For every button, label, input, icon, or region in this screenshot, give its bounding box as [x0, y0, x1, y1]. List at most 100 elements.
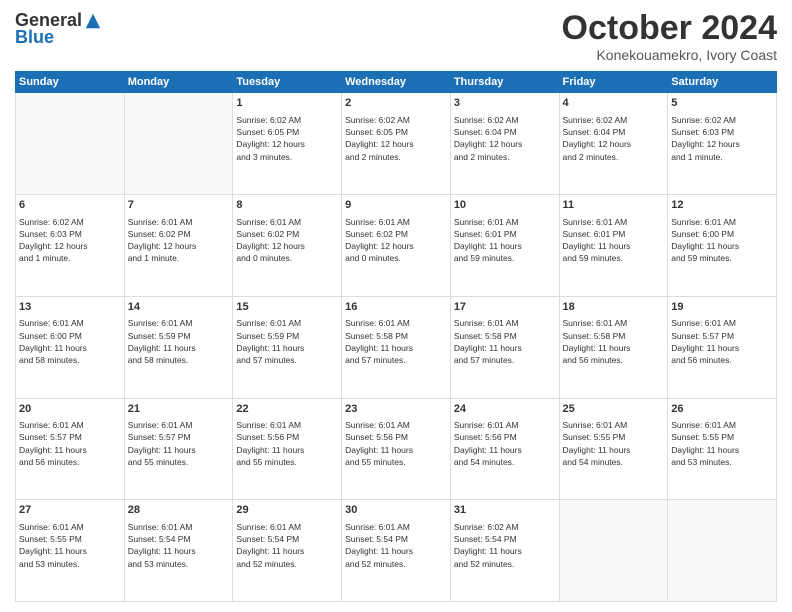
day-info: Sunrise: 6:01 AM Sunset: 5:56 PM Dayligh…: [236, 419, 338, 468]
day-number: 20: [19, 402, 121, 417]
calendar: SundayMondayTuesdayWednesdayThursdayFrid…: [15, 71, 777, 602]
day-info: Sunrise: 6:02 AM Sunset: 6:03 PM Dayligh…: [19, 216, 121, 265]
day-number: 18: [563, 300, 665, 315]
day-info: Sunrise: 6:01 AM Sunset: 6:01 PM Dayligh…: [563, 216, 665, 265]
day-number: 1: [236, 96, 338, 111]
day-info: Sunrise: 6:01 AM Sunset: 5:56 PM Dayligh…: [454, 419, 556, 468]
day-number: 29: [236, 503, 338, 518]
calendar-week-row: 27 Sunrise: 6:01 AM Sunset: 5:55 PM Dayli…: [16, 500, 777, 602]
day-info: Sunrise: 6:01 AM Sunset: 6:00 PM Dayligh…: [671, 216, 773, 265]
day-info: Sunrise: 6:01 AM Sunset: 5:54 PM Dayligh…: [345, 521, 447, 570]
day-number: 23: [345, 402, 447, 417]
day-number: 9: [345, 198, 447, 213]
day-number: 13: [19, 300, 121, 315]
day-info: Sunrise: 6:01 AM Sunset: 5:57 PM Dayligh…: [19, 419, 121, 468]
calendar-cell: 18Sunrise: 6:01 AM Sunset: 5:58 PM Dayli…: [559, 296, 668, 398]
weekday-header: Friday: [559, 72, 668, 93]
calendar-cell: 19 Sunrise: 6:01 AM Sunset: 5:57 PM Dayli…: [668, 296, 777, 398]
calendar-cell: 22 Sunrise: 6:01 AM Sunset: 5:56 PM Dayli…: [233, 398, 342, 500]
day-number: 8: [236, 198, 338, 213]
weekday-header: Tuesday: [233, 72, 342, 93]
month-title: October 2024: [562, 10, 777, 47]
calendar-cell: [668, 500, 777, 602]
day-info: Sunrise: 6:01 AM Sunset: 6:02 PM Dayligh…: [236, 216, 338, 265]
weekday-header: Monday: [124, 72, 233, 93]
day-number: 16: [345, 300, 447, 315]
calendar-cell: 8 Sunrise: 6:01 AM Sunset: 6:02 PM Daylig…: [233, 195, 342, 297]
day-number: 25: [563, 402, 665, 417]
calendar-cell: 30 Sunrise: 6:01 AM Sunset: 5:54 PM Dayli…: [342, 500, 451, 602]
day-info: Sunrise: 6:02 AM Sunset: 6:05 PM Dayligh…: [236, 114, 338, 163]
day-info: Sunrise: 6:01 AM Sunset: 5:55 PM Dayligh…: [19, 521, 121, 570]
calendar-cell: [559, 500, 668, 602]
calendar-cell: 29Sunrise: 6:01 AM Sunset: 5:54 PM Dayli…: [233, 500, 342, 602]
calendar-cell: 5Sunrise: 6:02 AM Sunset: 6:03 PM Daylig…: [668, 93, 777, 195]
calendar-cell: 16 Sunrise: 6:01 AM Sunset: 5:58 PM Dayli…: [342, 296, 451, 398]
calendar-cell: 26 Sunrise: 6:01 AM Sunset: 5:55 PM Dayli…: [668, 398, 777, 500]
calendar-cell: 24 Sunrise: 6:01 AM Sunset: 5:56 PM Dayli…: [450, 398, 559, 500]
calendar-cell: 27 Sunrise: 6:01 AM Sunset: 5:55 PM Dayli…: [16, 500, 125, 602]
logo: General Blue: [15, 10, 102, 48]
day-number: 27: [19, 503, 121, 518]
day-info: Sunrise: 6:01 AM Sunset: 5:58 PM Dayligh…: [345, 317, 447, 366]
calendar-header-row: SundayMondayTuesdayWednesdayThursdayFrid…: [16, 72, 777, 93]
day-number: 3: [454, 96, 556, 111]
calendar-cell: 14 Sunrise: 6:01 AM Sunset: 5:59 PM Dayli…: [124, 296, 233, 398]
day-number: 12: [671, 198, 773, 213]
day-number: 30: [345, 503, 447, 518]
calendar-cell: 31Sunrise: 6:02 AM Sunset: 5:54 PM Dayli…: [450, 500, 559, 602]
day-info: Sunrise: 6:01 AM Sunset: 5:59 PM Dayligh…: [236, 317, 338, 366]
day-number: 17: [454, 300, 556, 315]
day-number: 11: [563, 198, 665, 213]
day-number: 24: [454, 402, 556, 417]
calendar-cell: 10 Sunrise: 6:01 AM Sunset: 6:01 PM Dayli…: [450, 195, 559, 297]
day-info: Sunrise: 6:01 AM Sunset: 5:54 PM Dayligh…: [128, 521, 230, 570]
day-number: 4: [563, 96, 665, 111]
day-info: Sunrise: 6:02 AM Sunset: 6:05 PM Dayligh…: [345, 114, 447, 163]
header: General Blue October 2024 Konekouamekro,…: [15, 10, 777, 63]
day-number: 28: [128, 503, 230, 518]
day-number: 14: [128, 300, 230, 315]
calendar-cell: 11 Sunrise: 6:01 AM Sunset: 6:01 PM Dayli…: [559, 195, 668, 297]
logo-blue-text: Blue: [15, 27, 54, 48]
calendar-cell: 28 Sunrise: 6:01 AM Sunset: 5:54 PM Dayli…: [124, 500, 233, 602]
calendar-week-row: 13 Sunrise: 6:01 AM Sunset: 6:00 PM Dayli…: [16, 296, 777, 398]
calendar-cell: 25Sunrise: 6:01 AM Sunset: 5:55 PM Dayli…: [559, 398, 668, 500]
calendar-cell: 13 Sunrise: 6:01 AM Sunset: 6:00 PM Dayli…: [16, 296, 125, 398]
calendar-cell: [124, 93, 233, 195]
day-number: 19: [671, 300, 773, 315]
calendar-cell: 3Sunrise: 6:02 AM Sunset: 6:04 PM Daylig…: [450, 93, 559, 195]
weekday-header: Saturday: [668, 72, 777, 93]
title-area: October 2024 Konekouamekro, Ivory Coast: [562, 10, 777, 63]
day-info: Sunrise: 6:01 AM Sunset: 6:02 PM Dayligh…: [128, 216, 230, 265]
day-info: Sunrise: 6:01 AM Sunset: 5:56 PM Dayligh…: [345, 419, 447, 468]
calendar-week-row: 1 Sunrise: 6:02 AM Sunset: 6:05 PM Daylig…: [16, 93, 777, 195]
calendar-cell: 17Sunrise: 6:01 AM Sunset: 5:58 PM Dayli…: [450, 296, 559, 398]
day-number: 2: [345, 96, 447, 111]
day-info: Sunrise: 6:01 AM Sunset: 5:59 PM Dayligh…: [128, 317, 230, 366]
calendar-cell: [16, 93, 125, 195]
day-info: Sunrise: 6:01 AM Sunset: 5:55 PM Dayligh…: [671, 419, 773, 468]
calendar-cell: 12 Sunrise: 6:01 AM Sunset: 6:00 PM Dayli…: [668, 195, 777, 297]
calendar-cell: 1 Sunrise: 6:02 AM Sunset: 6:05 PM Daylig…: [233, 93, 342, 195]
day-number: 21: [128, 402, 230, 417]
day-info: Sunrise: 6:01 AM Sunset: 6:00 PM Dayligh…: [19, 317, 121, 366]
weekday-header: Thursday: [450, 72, 559, 93]
weekday-header: Sunday: [16, 72, 125, 93]
calendar-cell: 21Sunrise: 6:01 AM Sunset: 5:57 PM Dayli…: [124, 398, 233, 500]
calendar-cell: 2 Sunrise: 6:02 AM Sunset: 6:05 PM Daylig…: [342, 93, 451, 195]
day-info: Sunrise: 6:01 AM Sunset: 6:01 PM Dayligh…: [454, 216, 556, 265]
day-number: 7: [128, 198, 230, 213]
calendar-cell: 15Sunrise: 6:01 AM Sunset: 5:59 PM Dayli…: [233, 296, 342, 398]
day-number: 26: [671, 402, 773, 417]
day-info: Sunrise: 6:02 AM Sunset: 6:03 PM Dayligh…: [671, 114, 773, 163]
calendar-cell: 4 Sunrise: 6:02 AM Sunset: 6:04 PM Daylig…: [559, 93, 668, 195]
logo-icon: [84, 12, 102, 30]
page: General Blue October 2024 Konekouamekro,…: [0, 0, 792, 612]
calendar-cell: 20 Sunrise: 6:01 AM Sunset: 5:57 PM Dayli…: [16, 398, 125, 500]
day-info: Sunrise: 6:02 AM Sunset: 6:04 PM Dayligh…: [563, 114, 665, 163]
calendar-week-row: 20 Sunrise: 6:01 AM Sunset: 5:57 PM Dayli…: [16, 398, 777, 500]
day-number: 22: [236, 402, 338, 417]
day-info: Sunrise: 6:01 AM Sunset: 5:57 PM Dayligh…: [671, 317, 773, 366]
day-number: 10: [454, 198, 556, 213]
